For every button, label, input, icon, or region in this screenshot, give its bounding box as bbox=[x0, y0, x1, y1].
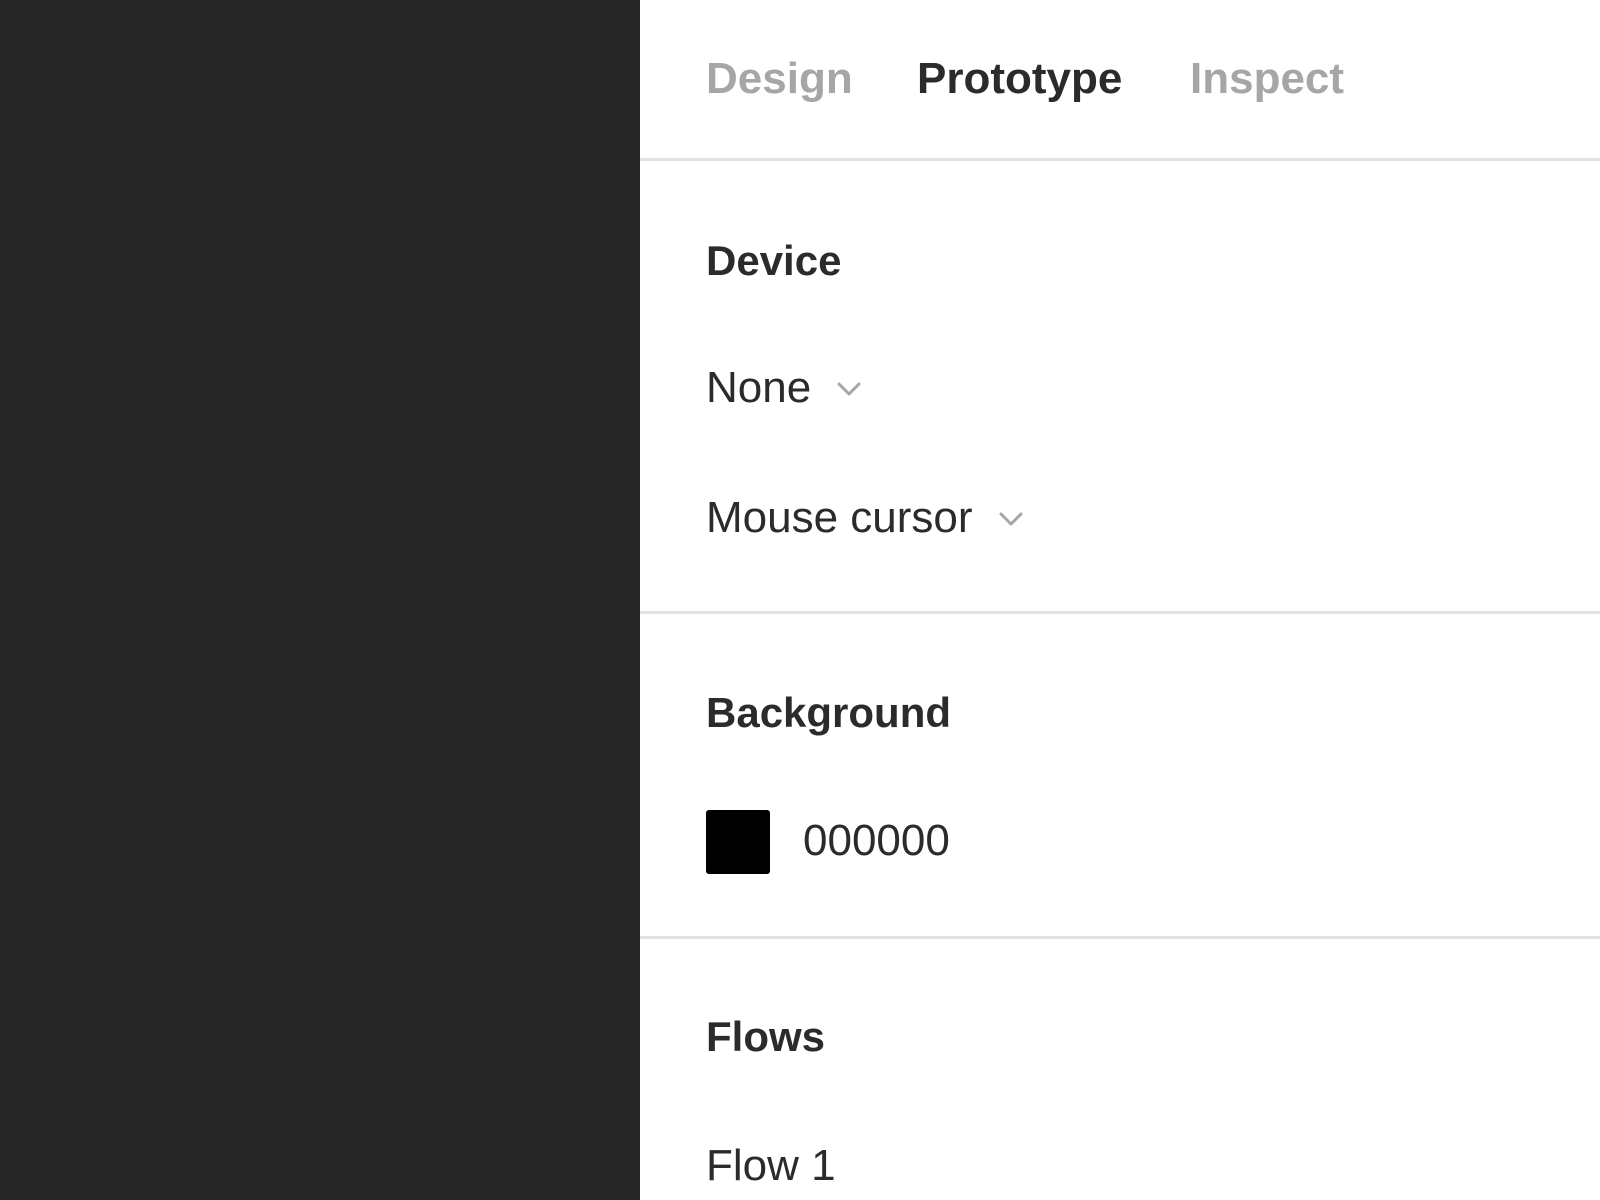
background-section: Background 000000 bbox=[640, 614, 1600, 939]
device-section-title: Device bbox=[706, 237, 842, 284]
flows-section: Flows Flow 1 bbox=[640, 939, 1600, 1200]
chevron-down-icon bbox=[837, 382, 861, 396]
properties-panel: Design Prototype Inspect Device None Mou… bbox=[640, 0, 1600, 1200]
tab-inspect[interactable]: Inspect bbox=[1190, 52, 1344, 106]
background-hex-value[interactable]: 000000 bbox=[803, 815, 950, 867]
chevron-down-icon bbox=[999, 512, 1023, 526]
tab-design[interactable]: Design bbox=[706, 52, 853, 106]
canvas-area[interactable] bbox=[0, 0, 640, 1200]
tab-prototype[interactable]: Prototype bbox=[917, 52, 1122, 106]
device-section: Device None Mouse cursor bbox=[640, 161, 1600, 614]
flows-section-title: Flows bbox=[706, 1013, 826, 1060]
cursor-dropdown[interactable]: Mouse cursor bbox=[706, 492, 1027, 544]
flow-item[interactable]: Flow 1 bbox=[706, 1140, 836, 1192]
background-section-title: Background bbox=[706, 689, 952, 736]
device-dropdown-value: None bbox=[706, 363, 812, 412]
device-dropdown[interactable]: None bbox=[706, 362, 865, 414]
background-color-swatch[interactable] bbox=[706, 810, 770, 874]
panel-tabs: Design Prototype Inspect bbox=[640, 0, 1600, 161]
cursor-dropdown-value: Mouse cursor bbox=[706, 493, 973, 542]
